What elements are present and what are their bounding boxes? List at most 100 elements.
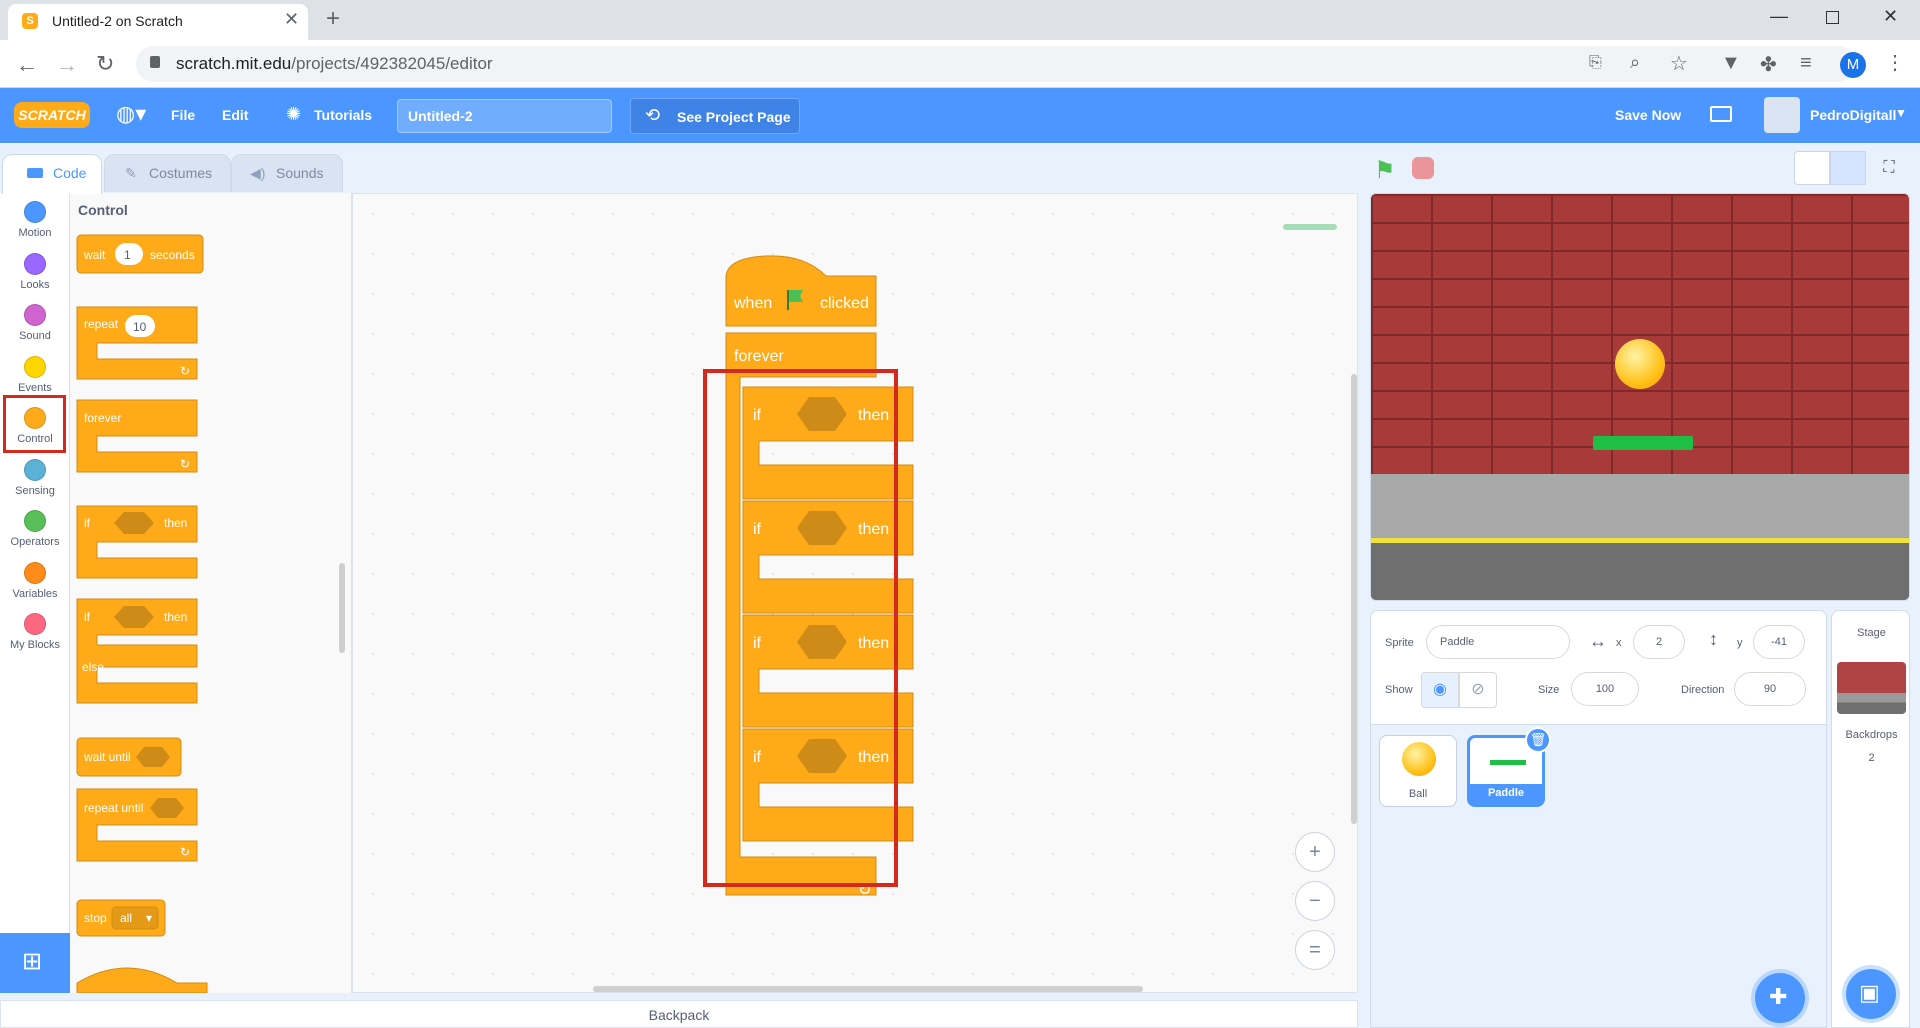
choose-sprite-button[interactable]: ✚ xyxy=(1755,973,1805,1023)
x-input[interactable]: 2 xyxy=(1633,625,1685,659)
repeat-block[interactable]: repeat 10 ↻ xyxy=(76,306,198,380)
close-window-icon[interactable]: ✕ xyxy=(1883,6,1898,27)
project-title-input[interactable]: Untitled-2 xyxy=(397,99,612,133)
if-script-label: if xyxy=(753,749,762,766)
forward-icon[interactable]: → xyxy=(56,52,78,78)
bookmark-star-icon[interactable]: ☆ xyxy=(1670,51,1688,76)
direction-input[interactable]: 90 xyxy=(1734,672,1806,706)
my-stuff-folder-icon[interactable] xyxy=(1710,106,1732,122)
if-then-script-block[interactable]: if then xyxy=(742,614,914,728)
close-tab-icon[interactable]: ✕ xyxy=(284,9,299,30)
tab-code[interactable]: Code xyxy=(2,154,102,194)
category-events[interactable]: Events xyxy=(0,355,70,394)
add-extension-button[interactable]: ⊞ xyxy=(0,933,70,993)
zoom-in-button[interactable]: + xyxy=(1295,832,1335,872)
category-sound[interactable]: Sound xyxy=(0,304,70,342)
y-input[interactable]: -41 xyxy=(1753,625,1805,659)
green-flag-button[interactable]: ⚑ xyxy=(1374,156,1396,185)
url-field[interactable]: scratch.mit.edu/projects/492382045/edito… xyxy=(136,46,1856,82)
tab-costumes[interactable]: ✎ Costumes xyxy=(104,154,231,192)
restore-icon[interactable] xyxy=(1826,11,1839,24)
reload-icon[interactable]: ↻ xyxy=(96,51,114,77)
category-motion[interactable]: Motion xyxy=(0,201,70,239)
media-control-icon[interactable]: ≡ xyxy=(1800,52,1812,75)
translate-icon[interactable]: ⎘ xyxy=(1589,54,1602,72)
delete-sprite-button[interactable]: 🗑 xyxy=(1525,727,1551,753)
file-menu[interactable]: File xyxy=(171,107,195,123)
wait-block[interactable]: wait 1 seconds xyxy=(76,234,204,274)
new-tab-icon[interactable]: + xyxy=(326,5,340,33)
ball-sprite[interactable] xyxy=(1615,339,1665,389)
repeat-until-block[interactable]: repeat until ↻ xyxy=(76,788,198,862)
repeat-until-arrow-icon: ↻ xyxy=(180,845,190,859)
backpack[interactable]: Backpack xyxy=(0,1000,1358,1028)
language-globe-icon[interactable]: ◍▾ xyxy=(116,101,146,127)
category-variables[interactable]: Variables xyxy=(0,561,70,600)
account-dropdown-icon[interactable]: ▼ xyxy=(1895,106,1907,120)
stage-title: Stage xyxy=(1857,627,1886,639)
zoom-out-button[interactable]: − xyxy=(1295,881,1335,921)
size-label: Size xyxy=(1538,684,1560,696)
normal-stage-button[interactable] xyxy=(1830,151,1866,185)
choose-backdrop-button[interactable]: ▣ xyxy=(1846,969,1896,1019)
if-then-script-block[interactable]: if then xyxy=(742,386,914,500)
cat-add-icon: ✚ xyxy=(1769,984,1788,1009)
back-icon[interactable]: ← xyxy=(16,52,38,78)
profile-avatar[interactable]: M xyxy=(1840,52,1866,78)
if-then-script-block[interactable]: if then xyxy=(742,500,914,614)
zoom-icon[interactable]: ⌕ xyxy=(1630,52,1640,73)
sprite-thumb-ball[interactable]: Ball xyxy=(1379,735,1457,807)
stop-block[interactable]: stop all ▾ xyxy=(76,899,166,937)
code-workspace[interactable]: when clicked forever ↻ if then if then if the… xyxy=(352,193,1358,993)
extension-v-icon[interactable]: ▼ xyxy=(1721,52,1741,75)
scratch-logo[interactable]: SCRATCH xyxy=(14,102,90,128)
browser-tab[interactable]: S Untitled-2 on Scratch ✕ xyxy=(8,4,308,40)
repeat-value: 10 xyxy=(133,320,147,334)
workspace-hscroll xyxy=(593,986,1143,992)
minimize-icon[interactable]: — xyxy=(1770,6,1788,27)
scratch-favicon-icon: S xyxy=(22,13,38,29)
username-menu[interactable]: PedroDigitall xyxy=(1810,107,1896,123)
tutorials-bulb-icon[interactable]: ✺ xyxy=(286,104,301,125)
edit-menu[interactable]: Edit xyxy=(222,107,248,123)
wait-label: wait xyxy=(83,248,106,262)
category-dot-icon xyxy=(24,355,46,378)
forever-block[interactable]: forever ↻ xyxy=(76,399,198,473)
if-then-block[interactable]: if then xyxy=(76,505,198,579)
category-sensing[interactable]: Sensing xyxy=(0,458,70,497)
paddle-sprite[interactable] xyxy=(1593,436,1693,450)
tab-sounds[interactable]: ◀) Sounds xyxy=(231,154,343,192)
category-looks[interactable]: Looks xyxy=(0,252,70,291)
small-stage-button[interactable] xyxy=(1794,151,1830,185)
add-extension-icon: ⊞ xyxy=(22,948,43,975)
when-flag-clicked-block[interactable]: when clicked xyxy=(725,255,877,327)
stage-target-panel[interactable]: Stage Backdrops 2 ▣ xyxy=(1831,610,1910,1028)
show-visible-button[interactable]: ◉ xyxy=(1421,672,1459,708)
url-path: /projects/492382045/editor xyxy=(291,54,493,73)
fullscreen-button[interactable]: ⛶ xyxy=(1871,151,1907,185)
if-then-script-block[interactable]: if then xyxy=(742,728,914,842)
zoom-reset-button[interactable]: = xyxy=(1295,930,1335,970)
seconds-label: seconds xyxy=(150,248,195,262)
category-dot-icon xyxy=(24,252,46,275)
see-project-page-button[interactable]: ⟲ See Project Page xyxy=(630,98,800,134)
forever-script-label: forever xyxy=(734,348,784,365)
save-now-button[interactable]: Save Now xyxy=(1615,107,1681,123)
category-label: Looks xyxy=(20,278,50,291)
category-operators[interactable]: Operators xyxy=(0,510,70,548)
show-hidden-button[interactable]: ⊘ xyxy=(1459,672,1497,708)
extensions-puzzle-icon[interactable]: ✤ xyxy=(1760,52,1777,77)
tutorials-menu[interactable]: Tutorials xyxy=(314,107,372,123)
user-avatar[interactable] xyxy=(1764,97,1800,133)
size-input[interactable]: 100 xyxy=(1571,672,1639,706)
if-else-block[interactable]: if then else xyxy=(76,598,198,704)
remix-arrows-icon: ⟲ xyxy=(645,105,661,125)
category-label: Operators xyxy=(10,536,60,548)
stop-button[interactable] xyxy=(1412,157,1434,179)
see-project-page-label: See Project Page xyxy=(677,109,791,125)
chrome-menu-icon[interactable]: ⋮ xyxy=(1885,50,1905,75)
stage-canvas[interactable] xyxy=(1370,193,1910,601)
category-my-blocks[interactable]: My Blocks xyxy=(0,613,70,651)
sprite-name-input[interactable]: Paddle xyxy=(1426,625,1570,659)
wait-until-block[interactable]: wait until xyxy=(76,737,182,777)
